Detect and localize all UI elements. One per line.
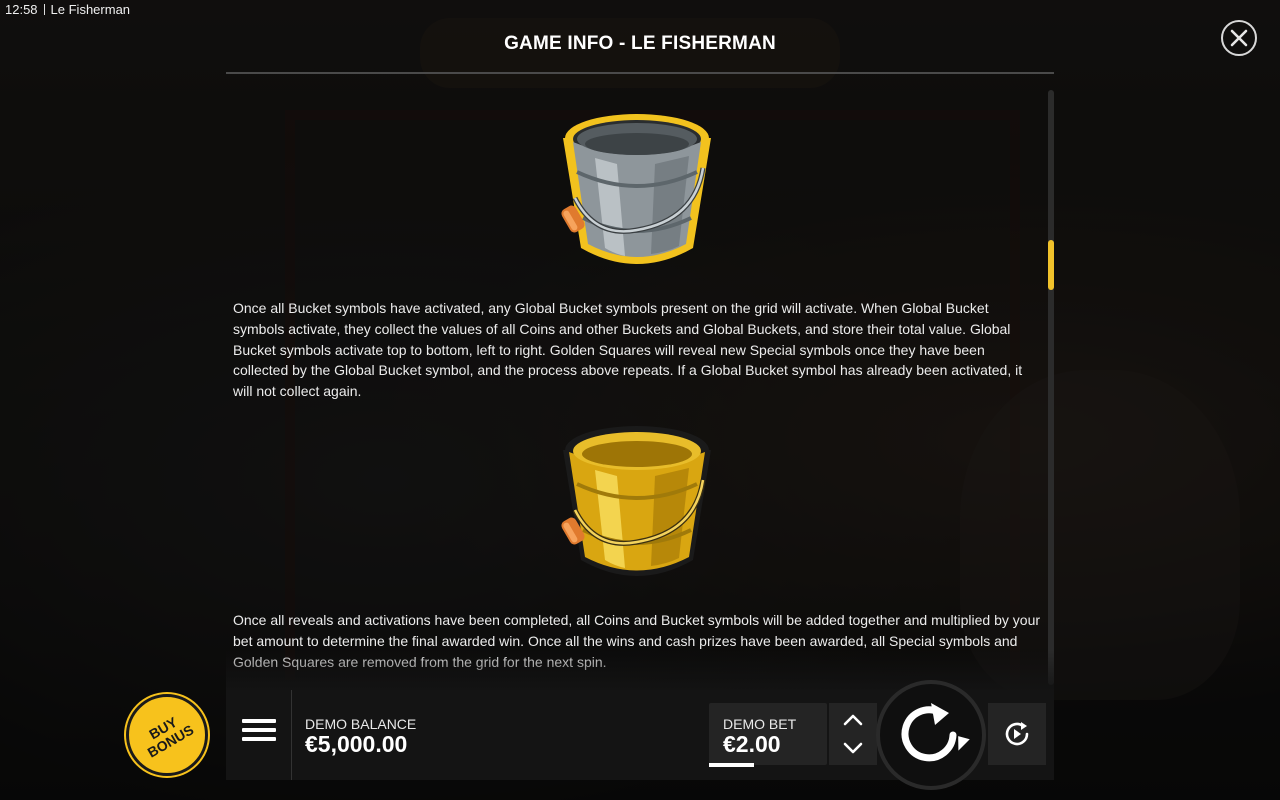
status-bar: 12:58 Le Fisherman — [5, 2, 130, 17]
global-bucket-icon — [561, 426, 711, 576]
buy-bonus-label: BUY BONUS — [144, 713, 197, 761]
close-icon — [1230, 29, 1248, 47]
paragraph-text: Once all Bucket symbols have activated, … — [233, 300, 1023, 400]
autoplay-icon — [1005, 722, 1029, 746]
status-separator — [43, 4, 45, 15]
scrollbar-thumb[interactable] — [1048, 240, 1054, 290]
chevron-up-icon[interactable] — [842, 713, 864, 727]
spin-button[interactable] — [876, 680, 986, 790]
menu-button[interactable] — [242, 719, 276, 751]
bet-label: DEMO BET — [723, 716, 797, 732]
status-time: 12:58 — [5, 2, 38, 17]
hamburger-icon — [242, 719, 276, 723]
balance-value: €5,000.00 — [305, 731, 408, 757]
bucket-icon — [561, 114, 711, 264]
buy-bonus-button[interactable]: BUY BONUS — [126, 694, 208, 776]
autoplay-button[interactable] — [988, 703, 1046, 765]
balance-label: DEMO BALANCE — [305, 716, 417, 732]
bar-divider — [291, 690, 292, 780]
spin-arrow-icon — [901, 703, 970, 762]
close-button[interactable] — [1221, 20, 1257, 56]
bet-value: €2.00 — [723, 731, 781, 757]
info-title: GAME INFO - LE FISHERMAN — [504, 33, 776, 54]
scrollbar-track[interactable] — [1048, 90, 1054, 685]
bet-stepper[interactable] — [829, 703, 877, 765]
status-app-name: Le Fisherman — [50, 2, 131, 17]
bet-level-indicator — [709, 763, 754, 767]
info-paragraph-1: Once all Bucket symbols have activated, … — [233, 298, 1043, 402]
chevron-down-icon[interactable] — [842, 741, 864, 755]
title-divider — [226, 72, 1054, 74]
